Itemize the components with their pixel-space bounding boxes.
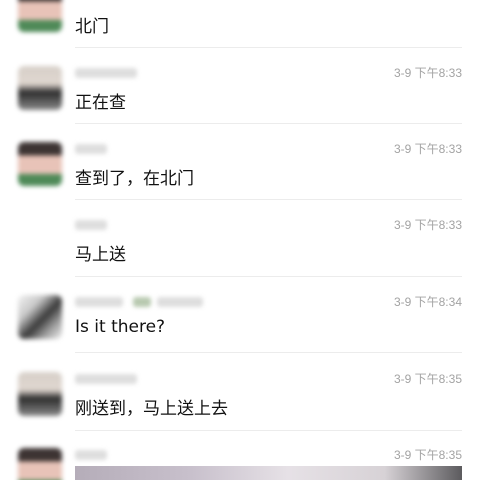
avatar[interactable]: [18, 295, 62, 339]
sender-name: [75, 68, 137, 78]
sender-name: [75, 374, 137, 384]
divider: [75, 430, 462, 431]
message-text: 刚送到，马上送上去: [75, 399, 228, 419]
divider: [75, 123, 462, 124]
sender-name: [75, 450, 107, 460]
avatar[interactable]: [18, 66, 62, 110]
divider: [75, 352, 462, 353]
message-text: 正在查: [75, 93, 126, 113]
message-text: 查到了，在北门: [75, 169, 194, 189]
sender-name: [75, 220, 107, 230]
sender-tag: [157, 297, 203, 307]
message-time: 3-9 下午8:34: [393, 295, 462, 309]
divider: [75, 47, 462, 48]
message-time: 3-9 下午8:33: [393, 142, 462, 156]
avatar[interactable]: [18, 0, 62, 32]
message-text: Is it there?: [75, 317, 166, 337]
divider: [75, 276, 462, 277]
chat-screen: 北门 3-9 下午8:33 正在查 3-9 下午8:33 查到了，在北门 3-9…: [0, 0, 480, 480]
image-message[interactable]: [75, 466, 462, 480]
message-time: 3-9 下午8:33: [393, 66, 462, 80]
message-time: 3-9 下午8:35: [393, 372, 462, 386]
message-time: 3-9 下午8:35: [393, 448, 462, 462]
divider: [75, 199, 462, 200]
message-text: 马上送: [75, 245, 126, 265]
avatar[interactable]: [18, 448, 62, 480]
sender-name: [75, 144, 107, 154]
message-time: 3-9 下午8:33: [393, 218, 462, 232]
avatar[interactable]: [18, 142, 62, 186]
avatar[interactable]: [18, 372, 62, 416]
message-text: 北门: [75, 17, 109, 37]
sender-flag-icon: [133, 297, 151, 307]
sender-name: [75, 297, 123, 307]
